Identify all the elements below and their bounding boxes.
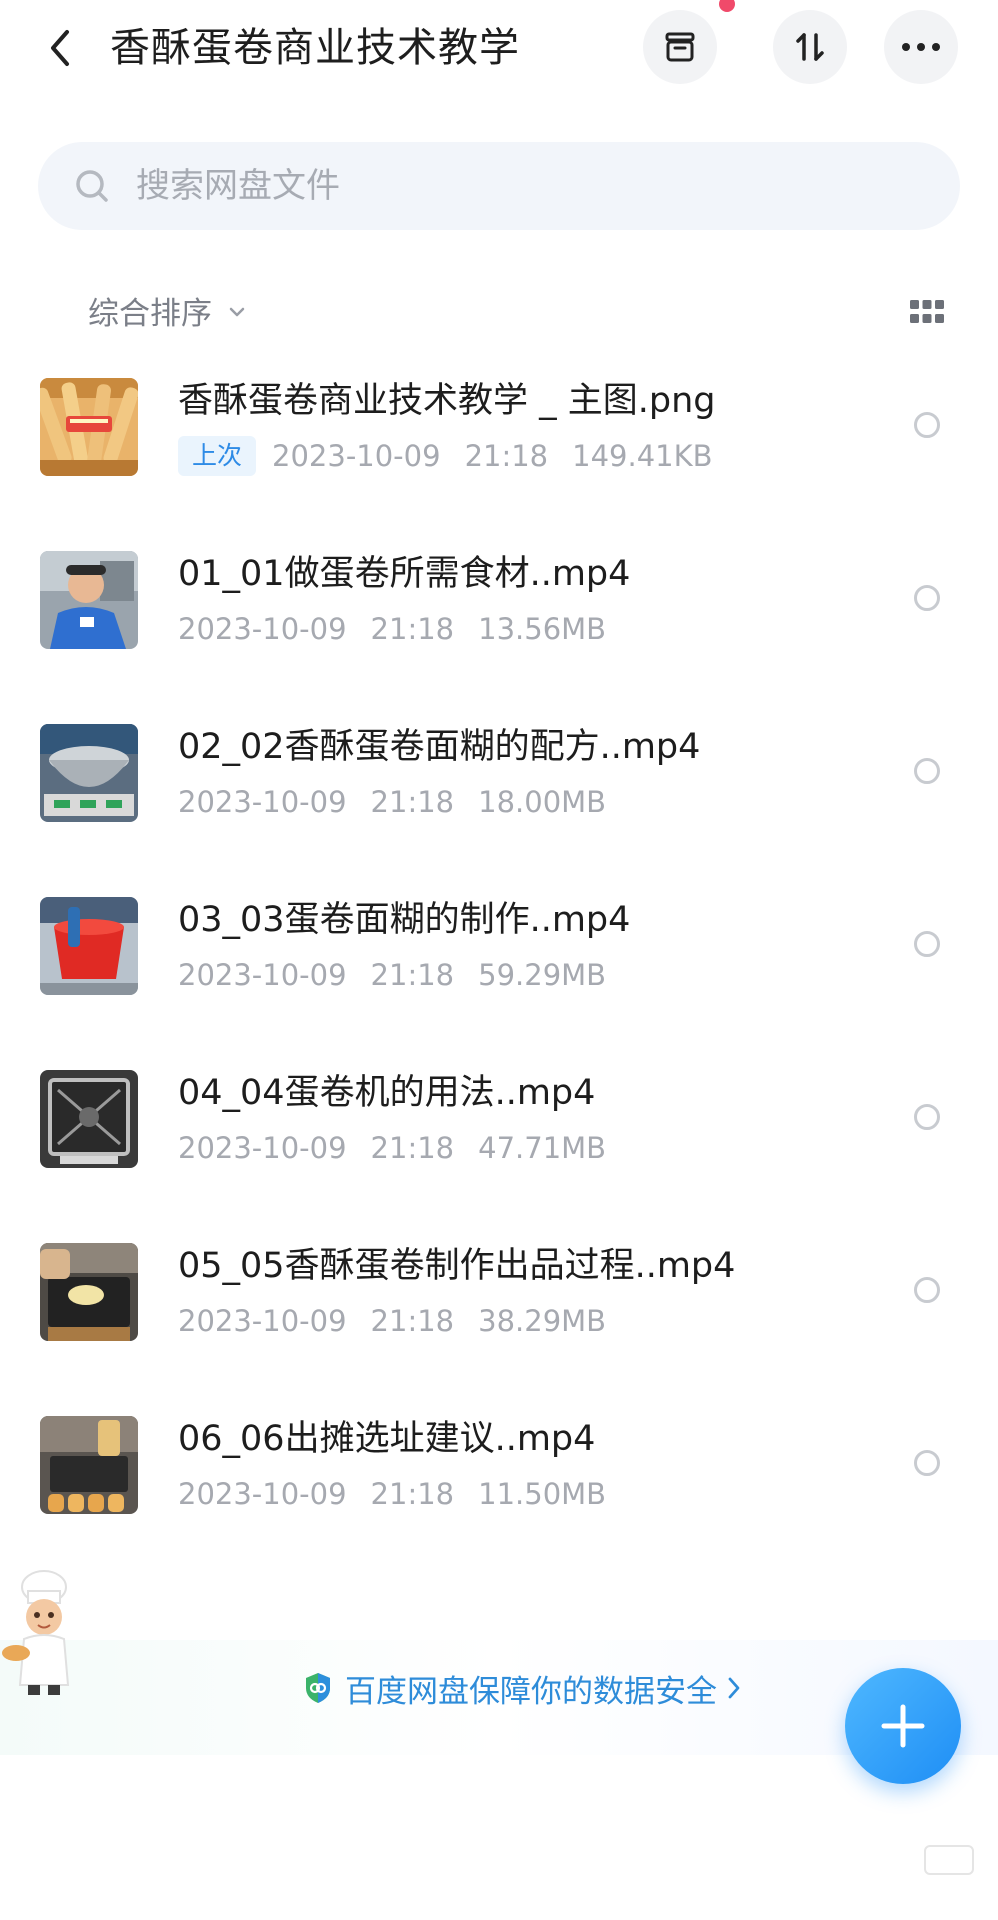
- shield-icon: [306, 1673, 330, 1703]
- file-meta: 2023-10-09 21:18 18.00MB: [178, 780, 606, 824]
- sort-label: 综合排序: [88, 295, 212, 332]
- file-name: 04_04蛋卷机的用法..mp4: [178, 1073, 596, 1113]
- select-checkbox[interactable]: [914, 1277, 940, 1303]
- file-time: 21:18: [370, 958, 455, 992]
- file-size: 13.56MB: [478, 612, 607, 646]
- data-safety-link[interactable]: 百度网盘保障你的数据安全: [303, 1662, 741, 1714]
- file-size: 149.41KB: [572, 439, 713, 473]
- file-row[interactable]: 02_02香酥蛋卷面糊的配方..mp4 2023-10-09 21:18 18.…: [0, 706, 998, 879]
- grid-view-button[interactable]: [910, 300, 944, 326]
- file-meta: 2023-10-09 21:18 11.50MB: [178, 1472, 606, 1516]
- file-size: 47.71MB: [478, 1131, 607, 1165]
- file-size: 59.29MB: [478, 958, 607, 992]
- select-checkbox[interactable]: [914, 758, 940, 784]
- sort-transfer-icon: [796, 33, 824, 61]
- search-input[interactable]: [134, 165, 898, 207]
- file-row[interactable]: 03_03蛋卷面糊的制作..mp4 2023-10-09 21:18 59.29…: [0, 879, 998, 1052]
- file-meta: 上次 2023-10-09 21:18 149.41KB: [178, 434, 713, 478]
- file-size: 18.00MB: [478, 785, 607, 819]
- file-thumbnail: [40, 897, 138, 995]
- file-row[interactable]: 04_04蛋卷机的用法..mp4 2023-10-09 21:18 47.71M…: [0, 1052, 998, 1225]
- file-row[interactable]: 05_05香酥蛋卷制作出品过程..mp4 2023-10-09 21:18 38…: [0, 1225, 998, 1398]
- file-size: 11.50MB: [478, 1477, 607, 1511]
- file-meta: 2023-10-09 21:18 47.71MB: [178, 1126, 606, 1170]
- data-safety-text: 百度网盘保障你的数据安全: [345, 1673, 717, 1710]
- file-thumbnail: [40, 724, 138, 822]
- archive-button[interactable]: [643, 10, 717, 84]
- more-icon: [902, 43, 940, 51]
- chevron-left-icon: [51, 30, 69, 66]
- file-time: 21:18: [370, 1304, 455, 1338]
- archive-icon: [665, 32, 695, 62]
- file-row[interactable]: 01_01做蛋卷所需食材..mp4 2023-10-09 21:18 13.56…: [0, 533, 998, 706]
- file-row[interactable]: 06_06出摊选址建议..mp4 2023-10-09 21:18 11.50M…: [0, 1398, 998, 1571]
- file-thumbnail: [40, 551, 138, 649]
- file-date: 2023-10-09: [178, 1477, 347, 1511]
- file-thumbnail: [40, 378, 138, 476]
- page: 香酥蛋卷商业技术教学 搜索网盘文件 综合排序 香酥蛋卷商业技术教学 _ 主图.p…: [0, 0, 998, 1920]
- file-size: 38.29MB: [478, 1304, 607, 1338]
- file-time: 21:18: [370, 1131, 455, 1165]
- grid-view-icon: [910, 300, 944, 323]
- add-button[interactable]: [845, 1668, 961, 1784]
- sort-dropdown[interactable]: 综合排序: [88, 285, 246, 335]
- file-name: 06_06出摊选址建议..mp4: [178, 1419, 596, 1459]
- file-time: 21:18: [464, 439, 549, 473]
- file-date: 2023-10-09: [272, 439, 441, 473]
- file-name: 03_03蛋卷面糊的制作..mp4: [178, 900, 631, 940]
- select-checkbox[interactable]: [914, 1104, 940, 1130]
- file-date: 2023-10-09: [178, 1304, 347, 1338]
- last-opened-badge: 上次: [178, 436, 257, 476]
- file-thumbnail: [40, 1416, 138, 1514]
- chevron-right-icon: [728, 1677, 740, 1699]
- search-icon: [72, 166, 112, 206]
- file-date: 2023-10-09: [178, 958, 347, 992]
- file-name: 02_02香酥蛋卷面糊的配方..mp4: [178, 727, 701, 767]
- file-thumbnail: [40, 1070, 138, 1168]
- file-meta: 2023-10-09 21:18 59.29MB: [178, 953, 606, 997]
- notification-dot: [719, 0, 735, 12]
- file-name: 05_05香酥蛋卷制作出品过程..mp4: [178, 1246, 736, 1286]
- transfer-button[interactable]: [773, 10, 847, 84]
- back-button[interactable]: [38, 20, 82, 76]
- header: 香酥蛋卷商业技术教学: [0, 0, 998, 100]
- file-name: 01_01做蛋卷所需食材..mp4: [178, 554, 631, 594]
- file-name: 香酥蛋卷商业技术教学 _ 主图.png: [178, 381, 716, 421]
- file-time: 21:18: [370, 612, 455, 646]
- file-thumbnail: [40, 1243, 138, 1341]
- file-meta: 2023-10-09 21:18 13.56MB: [178, 607, 606, 651]
- search-bar[interactable]: [38, 142, 960, 230]
- select-checkbox[interactable]: [914, 412, 940, 438]
- chevron-down-icon: [229, 307, 245, 317]
- file-meta: 2023-10-09 21:18 38.29MB: [178, 1299, 606, 1343]
- watermark-logo: [924, 1845, 974, 1875]
- file-date: 2023-10-09: [178, 1131, 347, 1165]
- file-time: 21:18: [370, 1477, 455, 1511]
- plus-icon: [881, 1704, 925, 1748]
- more-button[interactable]: [884, 10, 958, 84]
- select-checkbox[interactable]: [914, 585, 940, 611]
- file-date: 2023-10-09: [178, 612, 347, 646]
- file-date: 2023-10-09: [178, 785, 347, 819]
- page-title: 香酥蛋卷商业技术教学: [110, 25, 520, 71]
- file-row[interactable]: 香酥蛋卷商业技术教学 _ 主图.png 上次 2023-10-09 21:18 …: [0, 360, 998, 533]
- file-list: 香酥蛋卷商业技术教学 _ 主图.png 上次 2023-10-09 21:18 …: [0, 360, 998, 1571]
- chef-mascot-image: [0, 1565, 100, 1700]
- select-checkbox[interactable]: [914, 1450, 940, 1476]
- file-time: 21:18: [370, 785, 455, 819]
- select-checkbox[interactable]: [914, 931, 940, 957]
